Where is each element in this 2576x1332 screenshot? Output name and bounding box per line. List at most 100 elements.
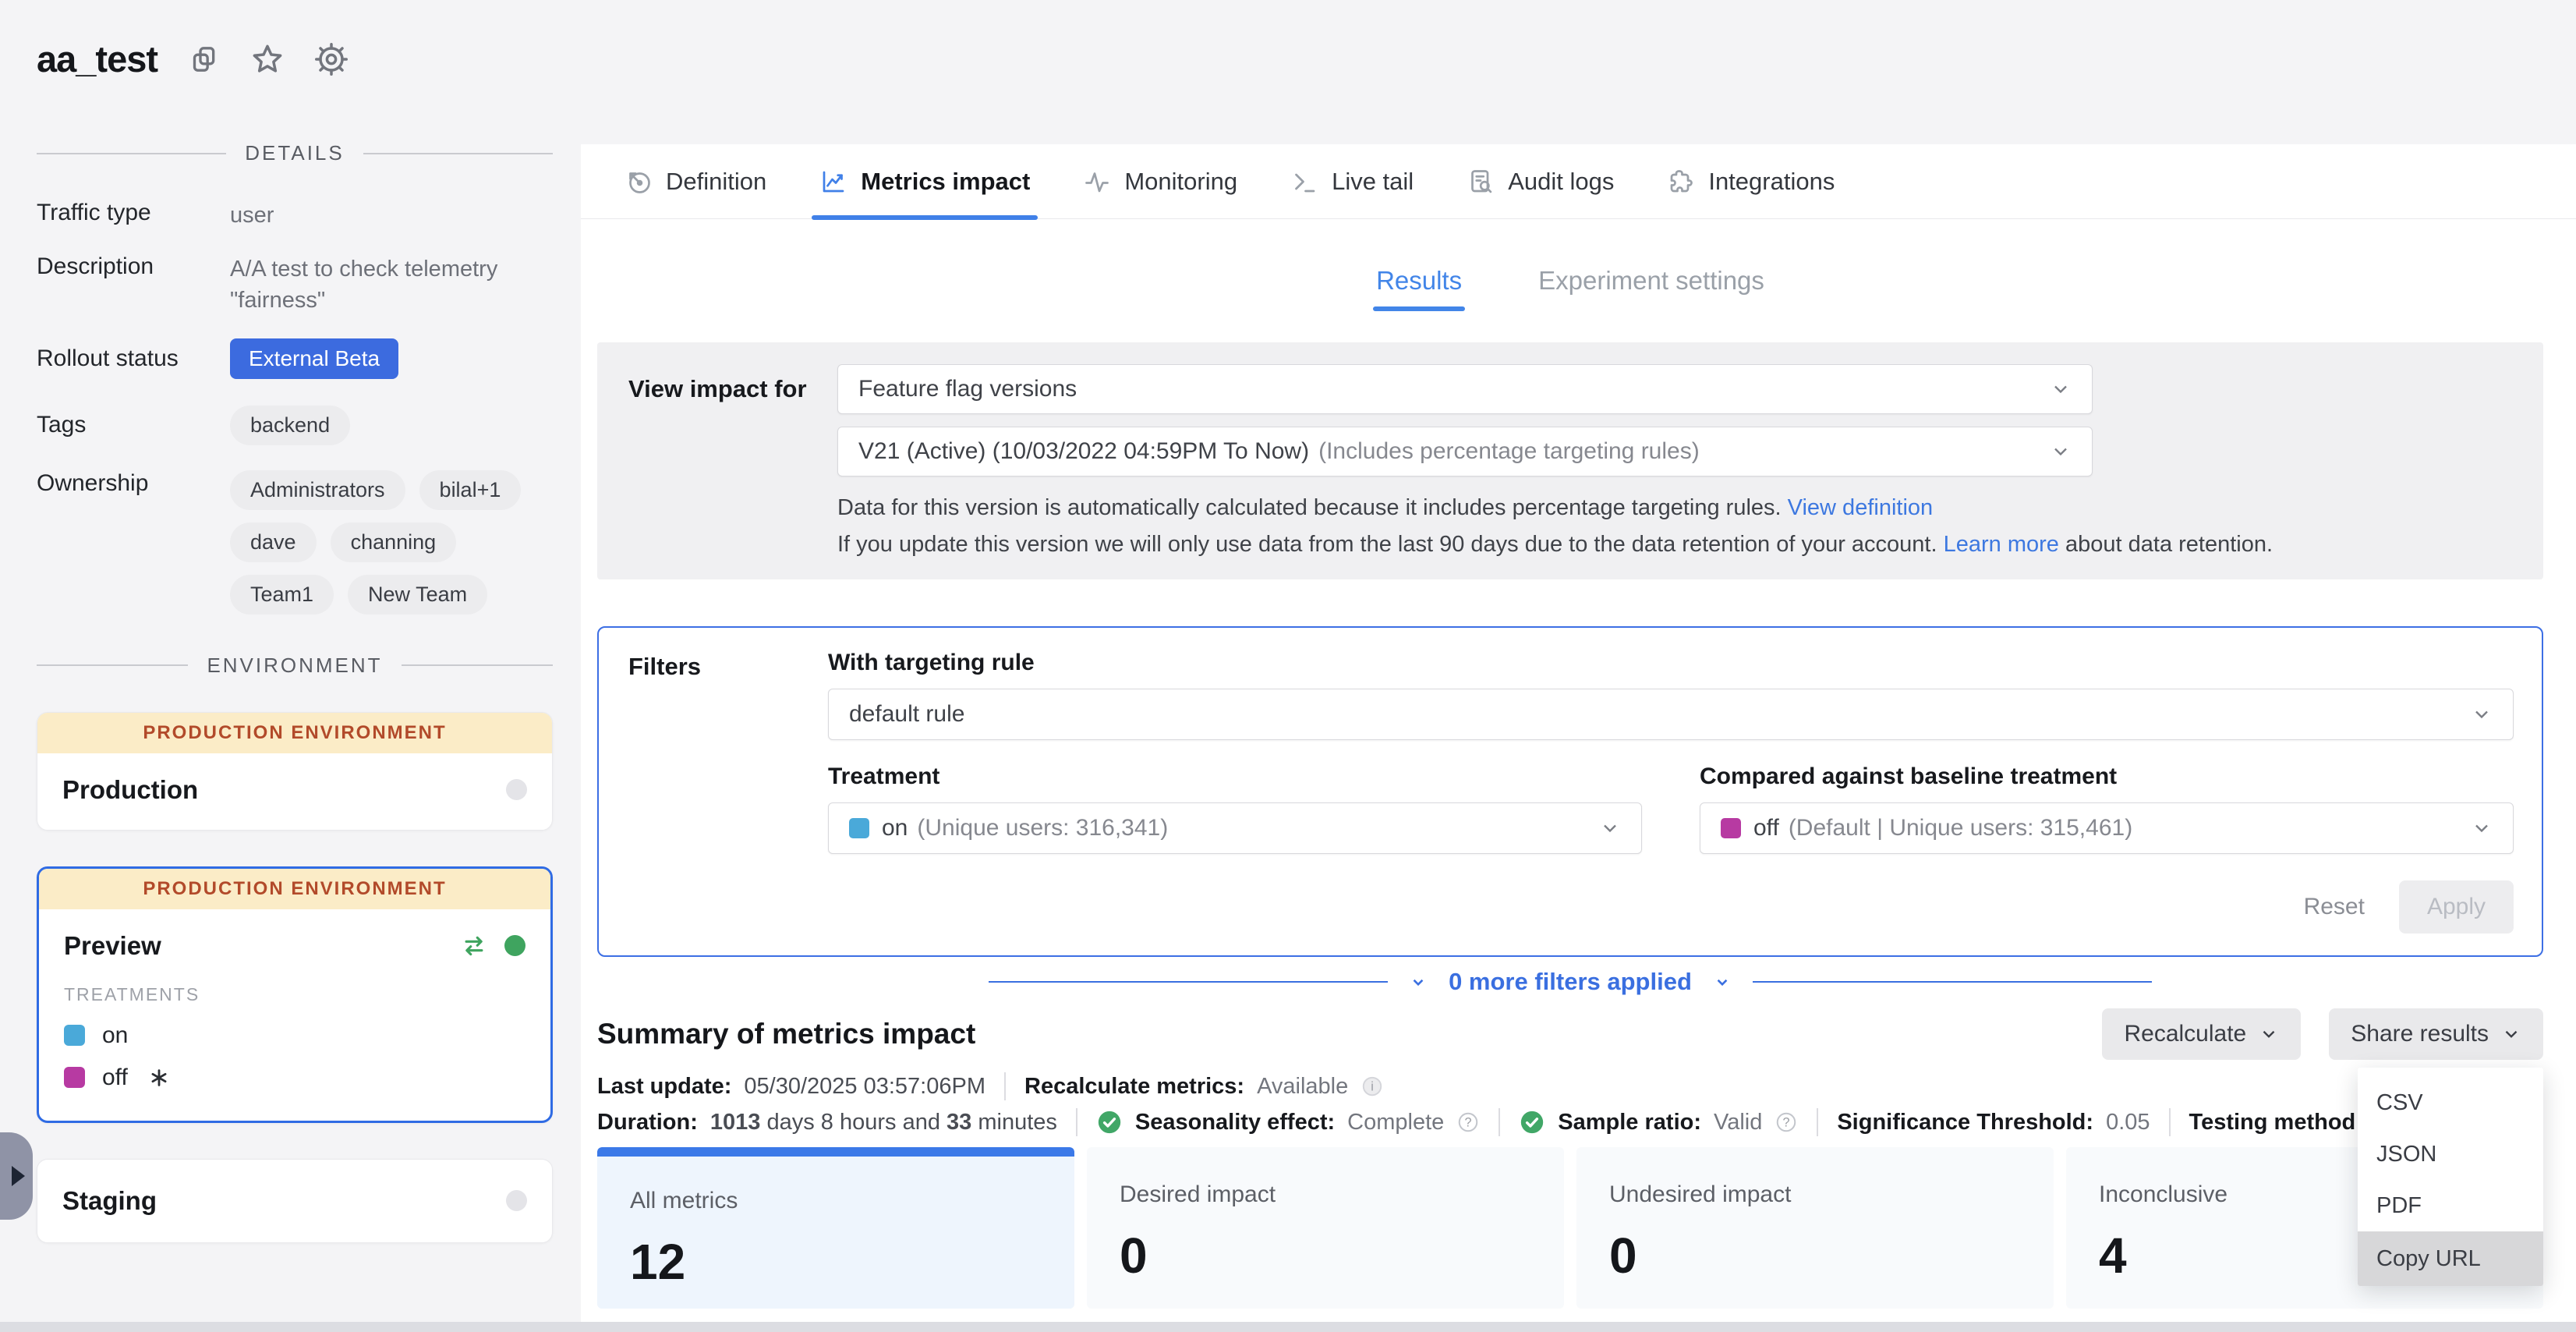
treatment-row-off: off bbox=[64, 1065, 525, 1091]
treatment-label: Treatment bbox=[828, 763, 1642, 790]
svg-text:i: i bbox=[1371, 1080, 1374, 1094]
rollout-status-badge[interactable]: External Beta bbox=[230, 338, 398, 379]
apply-button[interactable]: Apply bbox=[2399, 880, 2514, 933]
tab-integrations[interactable]: Integrations bbox=[1667, 144, 1835, 218]
svg-text:?: ? bbox=[1465, 1116, 1472, 1130]
view-impact-panel: View impact for Feature flag versions V2… bbox=[597, 342, 2543, 579]
seasonality-label: Seasonality effect: bbox=[1135, 1110, 1335, 1135]
tab-bar: Definition Metrics impact Monitoring Liv… bbox=[581, 144, 2576, 219]
target-icon bbox=[625, 168, 653, 196]
treatment-swatch-on bbox=[64, 1025, 85, 1046]
reset-button[interactable]: Reset bbox=[2304, 894, 2365, 920]
treatment-swatch-off bbox=[64, 1067, 85, 1088]
treatment-row-on: on bbox=[64, 1022, 525, 1049]
tab-monitoring[interactable]: Monitoring bbox=[1083, 144, 1237, 218]
more-filters-toggle[interactable]: 0 more filters applied bbox=[597, 968, 2543, 996]
treatment-note: (Unique users: 316,341) bbox=[917, 815, 1168, 841]
subtab-results[interactable]: Results bbox=[1376, 266, 1462, 311]
menu-item-json[interactable]: JSON bbox=[2358, 1128, 2543, 1180]
baseline-treatment-label: Compared against baseline treatment bbox=[1700, 763, 2514, 790]
check-circle-icon bbox=[1519, 1109, 1545, 1135]
check-circle-icon bbox=[1096, 1109, 1123, 1135]
divider-line bbox=[1817, 1108, 1818, 1136]
flag-title-row: aa_test bbox=[37, 37, 553, 80]
environment-name: Staging bbox=[62, 1186, 506, 1216]
last-update-label: Last update: bbox=[597, 1074, 731, 1100]
ownership-row: Ownership Administrators bilal+1 dave ch… bbox=[37, 470, 553, 615]
flag-version-select[interactable]: V21 (Active) (10/03/2022 04:59PM To Now)… bbox=[837, 427, 2093, 476]
significance-threshold-value: 0.05 bbox=[2106, 1110, 2150, 1135]
tab-audit-logs[interactable]: Audit logs bbox=[1467, 144, 1614, 218]
copy-icon[interactable] bbox=[189, 44, 220, 75]
sidebar-collapse-handle[interactable] bbox=[0, 1132, 33, 1220]
baseline-note: (Default | Unique users: 315,461) bbox=[1789, 815, 2132, 841]
chevron-down-icon bbox=[1712, 972, 1732, 992]
treatment-swatch-off bbox=[1721, 818, 1741, 838]
baseline-treatment-select[interactable]: off (Default | Unique users: 315,461) bbox=[1700, 802, 2514, 854]
chevron-down-icon bbox=[2471, 703, 2493, 725]
treatment-select[interactable]: on (Unique users: 316,341) bbox=[828, 802, 1642, 854]
tab-live-tail[interactable]: Live tail bbox=[1290, 144, 1414, 218]
ownership-label: Ownership bbox=[37, 470, 230, 615]
environment-card-staging[interactable]: Staging bbox=[37, 1159, 553, 1243]
menu-item-csv[interactable]: CSV bbox=[2358, 1077, 2543, 1128]
tab-metrics-impact[interactable]: Metrics impact bbox=[819, 144, 1030, 218]
card-all-metrics[interactable]: All metrics 12 bbox=[597, 1147, 1074, 1309]
chevron-down-icon bbox=[1599, 817, 1621, 839]
metric-summary-cards: All metrics 12 Desired impact 0 Undesire… bbox=[597, 1147, 2543, 1309]
impact-scope-value: Feature flag versions bbox=[858, 376, 1077, 402]
traffic-type-row: Traffic type user bbox=[37, 200, 553, 232]
impact-scope-select[interactable]: Feature flag versions bbox=[837, 364, 2093, 414]
divider-line bbox=[2169, 1108, 2171, 1136]
treatment-name: on bbox=[102, 1022, 128, 1049]
page-title: aa_test bbox=[37, 37, 157, 80]
owner-pill: bilal+1 bbox=[419, 470, 522, 510]
treatment-swatch-on bbox=[849, 818, 869, 838]
rollout-status-row: Rollout status External Beta bbox=[37, 338, 553, 379]
summary-stats-line: Duration: 1013 days 8 hours and 33 minut… bbox=[597, 1108, 2543, 1136]
duration-value: 1013 days 8 hours and 33 minutes bbox=[710, 1110, 1057, 1135]
pulse-icon bbox=[1083, 168, 1111, 196]
environment-status-dot bbox=[506, 779, 527, 800]
chevron-down-icon bbox=[2050, 378, 2072, 400]
targeting-rule-value: default rule bbox=[849, 701, 964, 728]
flag-version-value: V21 (Active) (10/03/2022 04:59PM To Now) bbox=[858, 438, 1309, 465]
horizontal-scrollbar[interactable] bbox=[0, 1322, 2576, 1332]
menu-item-pdf[interactable]: PDF bbox=[2358, 1180, 2543, 1231]
question-circle-icon[interactable]: ? bbox=[1456, 1111, 1480, 1134]
sample-ratio-value: Valid bbox=[1714, 1110, 1762, 1135]
treatment-name: off bbox=[102, 1065, 128, 1091]
production-environment-banner: PRODUCTION ENVIRONMENT bbox=[39, 869, 550, 909]
subtab-experiment-settings[interactable]: Experiment settings bbox=[1538, 266, 1764, 311]
owner-pill: channing bbox=[331, 523, 457, 562]
divider-line bbox=[1076, 1108, 1077, 1136]
treatments-heading: TREATMENTS bbox=[64, 984, 525, 1005]
learn-more-link[interactable]: Learn more bbox=[1944, 532, 2059, 557]
flag-version-note: (Includes percentage targeting rules) bbox=[1318, 438, 1700, 465]
card-desired-impact[interactable]: Desired impact 0 bbox=[1087, 1147, 1564, 1309]
app-root: aa_test DETAILS Traffic type user Descri… bbox=[0, 0, 2576, 1332]
star-icon[interactable] bbox=[251, 43, 284, 76]
sample-ratio-label: Sample ratio: bbox=[1558, 1110, 1701, 1135]
filters-label: Filters bbox=[628, 650, 828, 933]
recalculate-metrics-value: Available bbox=[1257, 1074, 1348, 1100]
environment-card-preview[interactable]: PRODUCTION ENVIRONMENT Preview TREATMENT… bbox=[37, 866, 553, 1123]
view-definition-link[interactable]: View definition bbox=[1788, 495, 1933, 520]
share-results-button[interactable]: Share results bbox=[2329, 1008, 2543, 1060]
menu-item-copy-url[interactable]: Copy URL bbox=[2358, 1231, 2543, 1286]
recalculate-button[interactable]: Recalculate bbox=[2102, 1008, 2301, 1060]
card-undesired-impact[interactable]: Undesired impact 0 bbox=[1576, 1147, 2054, 1309]
tags-label: Tags bbox=[37, 412, 230, 438]
targeting-rule-select[interactable]: default rule bbox=[828, 689, 2514, 740]
chevron-down-icon bbox=[1408, 972, 1428, 992]
tab-definition[interactable]: Definition bbox=[625, 144, 766, 218]
info-circle-icon[interactable]: i bbox=[1361, 1075, 1384, 1098]
environment-status-dot bbox=[506, 1190, 527, 1211]
gear-icon[interactable] bbox=[315, 43, 348, 76]
document-search-icon bbox=[1467, 168, 1495, 196]
divider-line bbox=[989, 981, 1388, 983]
chevron-down-icon bbox=[2501, 1024, 2521, 1044]
environment-card-production[interactable]: PRODUCTION ENVIRONMENT Production bbox=[37, 712, 553, 831]
question-circle-icon[interactable]: ? bbox=[1775, 1111, 1798, 1134]
sync-arrows-icon bbox=[461, 933, 487, 959]
